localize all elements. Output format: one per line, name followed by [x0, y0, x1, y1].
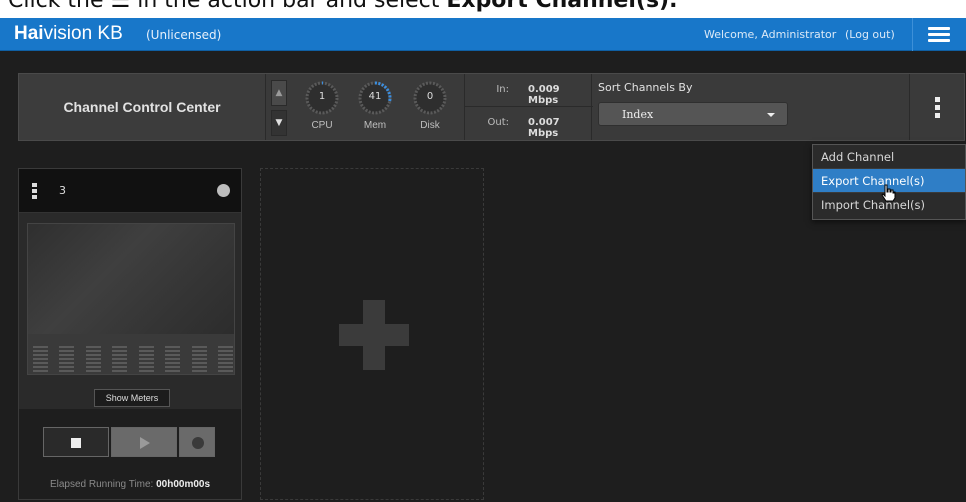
show-meters-button[interactable]: Show Meters — [94, 389, 170, 407]
bandwidth-panel: In: 0.009 Mbps Out: 0.007 Mbps — [464, 74, 593, 140]
playback-controls: Elapsed Running Time: 00h00m00s — [19, 409, 241, 499]
instruction-caption: Click the ☰ in the action bar and select… — [0, 0, 966, 18]
instruction-text-a: Click the — [8, 0, 104, 13]
menu-item-add-channel[interactable]: Add Channel — [813, 145, 965, 169]
cpu-gauge: 1 CPU — [304, 80, 340, 131]
cpu-value: 1 — [318, 91, 326, 102]
kebab-menu-icon — [935, 97, 940, 119]
caret-down-icon — [767, 113, 775, 117]
record-button[interactable] — [179, 427, 215, 457]
scroll-arrows: ▲ ▼ — [271, 80, 287, 136]
action-bar-menu-button[interactable] — [909, 74, 964, 140]
add-channel-slot[interactable] — [260, 168, 484, 500]
out-label: Out: — [487, 117, 510, 128]
record-icon — [192, 437, 204, 449]
divider — [912, 18, 913, 51]
channel-card: 3 Show Meters Elapsed Running Time: 00h0… — [18, 168, 242, 500]
play-icon — [140, 437, 150, 449]
bandwidth-in: In: 0.009 Mbps — [465, 74, 593, 107]
logout-link[interactable]: (Log out) — [845, 28, 895, 41]
out-value: 0.007 Mbps — [528, 117, 560, 139]
preview-thumbnail — [28, 224, 234, 334]
hamburger-menu-icon[interactable] — [928, 27, 950, 43]
sort-label: Sort Channels By — [598, 81, 693, 94]
mem-value: 41 — [368, 91, 382, 102]
channel-status-icon — [217, 184, 230, 197]
arrow-up-button[interactable]: ▲ — [271, 80, 287, 106]
disk-gauge: 0 Disk — [412, 80, 448, 131]
sort-dropdown[interactable]: Index — [598, 102, 788, 126]
top-navbar: Haivision KB (Unlicensed) Welcome, Admin… — [0, 18, 966, 51]
cpu-label: CPU — [311, 120, 333, 131]
brand-rest: vision KB — [43, 23, 123, 44]
elapsed-label: Elapsed Running Time: — [49, 479, 154, 490]
audio-meters — [33, 346, 233, 372]
channel-preview — [27, 223, 235, 375]
license-status: (Unlicensed) — [146, 28, 222, 42]
channel-number: 3 — [59, 184, 66, 197]
action-menu-dropdown: Add Channel Export Channel(s) Import Cha… — [812, 144, 966, 220]
disk-value: 0 — [426, 91, 434, 102]
in-label: In: — [496, 84, 509, 95]
page-title: Channel Control Center — [19, 74, 266, 140]
stop-icon — [71, 438, 81, 448]
action-bar: Channel Control Center ▲ ▼ 1 CPU 41 Mem … — [18, 73, 965, 141]
in-value: 0.009 Mbps — [528, 84, 560, 106]
sort-selected-value: Index — [622, 108, 654, 121]
instruction-text-b: in the action bar and select — [137, 0, 440, 13]
elapsed-time: Elapsed Running Time: 00h00m00s — [19, 479, 241, 490]
play-button[interactable] — [111, 427, 177, 457]
channel-menu-icon[interactable] — [32, 183, 37, 201]
elapsed-value: 00h00m00s — [156, 479, 211, 490]
plus-icon-bar — [339, 324, 409, 346]
mem-gauge: 41 Mem — [357, 80, 393, 131]
arrow-down-button[interactable]: ▼ — [271, 110, 287, 136]
welcome-text: Welcome, Administrator — [704, 28, 837, 41]
disk-label: Disk — [420, 120, 440, 131]
mem-label: Mem — [363, 120, 387, 131]
hand-cursor-icon — [881, 184, 896, 202]
stop-button[interactable] — [43, 427, 109, 457]
brand-bold: Hai — [14, 23, 44, 44]
instruction-text-c: Export Channel(s). — [446, 0, 678, 13]
brand-logo: Haivision KB — [14, 23, 123, 45]
channel-header: 3 — [19, 169, 241, 213]
bandwidth-out: Out: 0.007 Mbps — [465, 107, 593, 140]
